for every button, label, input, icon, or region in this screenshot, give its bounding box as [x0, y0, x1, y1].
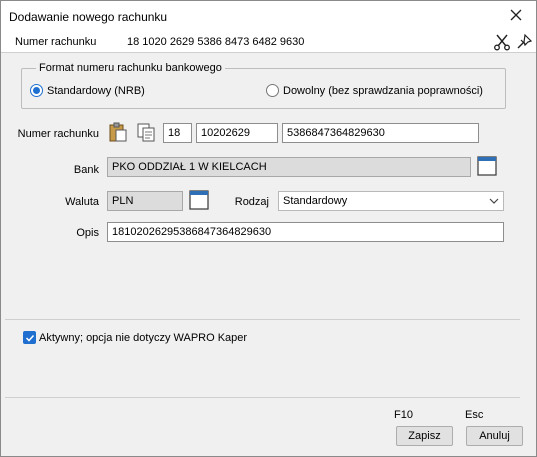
scissors-icon[interactable] [493, 33, 511, 51]
save-button[interactable]: Zapisz [396, 426, 453, 446]
bank-field: PKO ODDZIAŁ 1 W KIELCACH [107, 157, 471, 177]
type-label: Rodzaj [234, 196, 269, 208]
close-icon[interactable] [506, 5, 526, 25]
account-part-input[interactable]: 5386847364829630 [282, 123, 479, 143]
pin-icon[interactable] [515, 33, 533, 51]
paste-icon[interactable] [107, 121, 129, 143]
type-select[interactable]: Standardowy [278, 191, 504, 211]
active-checkbox-box[interactable] [23, 331, 36, 344]
checkmark-icon [25, 334, 34, 342]
check-digits-input[interactable]: 18 [163, 123, 192, 143]
copy-icon[interactable] [135, 121, 157, 143]
bank-lookup-icon[interactable] [476, 155, 498, 177]
title-bar: Dodawanie nowego rachunku [1, 1, 536, 31]
radio-free[interactable]: Dowolny (bez sprawdzania poprawności) [266, 84, 483, 97]
description-label: Opis [76, 227, 99, 239]
currency-field: PLN [107, 191, 183, 211]
active-checkbox-label: Aktywny; opcja nie dotyczy WAPRO Kaper [39, 331, 248, 344]
window-title: Dodawanie nowego rachunku [9, 10, 168, 24]
format-group-title: Format numeru rachunku bankowego [36, 62, 225, 74]
radio-free-label: Dowolny (bez sprawdzania poprawności) [283, 84, 483, 97]
header-label: Numer rachunku [15, 36, 97, 48]
currency-lookup-icon[interactable] [188, 189, 210, 211]
type-select-value: Standardowy [283, 195, 348, 207]
radio-standard[interactable]: Standardowy (NRB) [30, 84, 145, 97]
account-header: Numer rachunku 18 1020 2629 5386 8473 64… [1, 31, 536, 53]
radio-standard-label: Standardowy (NRB) [47, 84, 145, 97]
bank-code-input[interactable]: 10202629 [196, 123, 278, 143]
description-input[interactable]: 18102026295386847364829630 [107, 222, 504, 242]
cancel-button[interactable]: Anuluj [466, 426, 523, 446]
radio-free-dot[interactable] [266, 84, 279, 97]
cancel-hotkey: Esc [465, 409, 484, 421]
format-group: Format numeru rachunku bankowego Standar… [21, 62, 506, 109]
chevron-down-icon [489, 198, 499, 204]
radio-standard-dot[interactable] [30, 84, 43, 97]
account-label: Numer rachunku [17, 128, 99, 140]
divider-bottom [5, 397, 520, 398]
save-hotkey: F10 [394, 409, 413, 421]
active-checkbox[interactable]: Aktywny; opcja nie dotyczy WAPRO Kaper [23, 331, 247, 344]
dialog-window: Dodawanie nowego rachunku Numer rachunku… [0, 0, 537, 457]
currency-label: Waluta [65, 196, 99, 208]
bank-label: Bank [73, 164, 99, 176]
divider-top [5, 319, 520, 320]
header-account-number: 18 1020 2629 5386 8473 6482 9630 [127, 36, 305, 48]
